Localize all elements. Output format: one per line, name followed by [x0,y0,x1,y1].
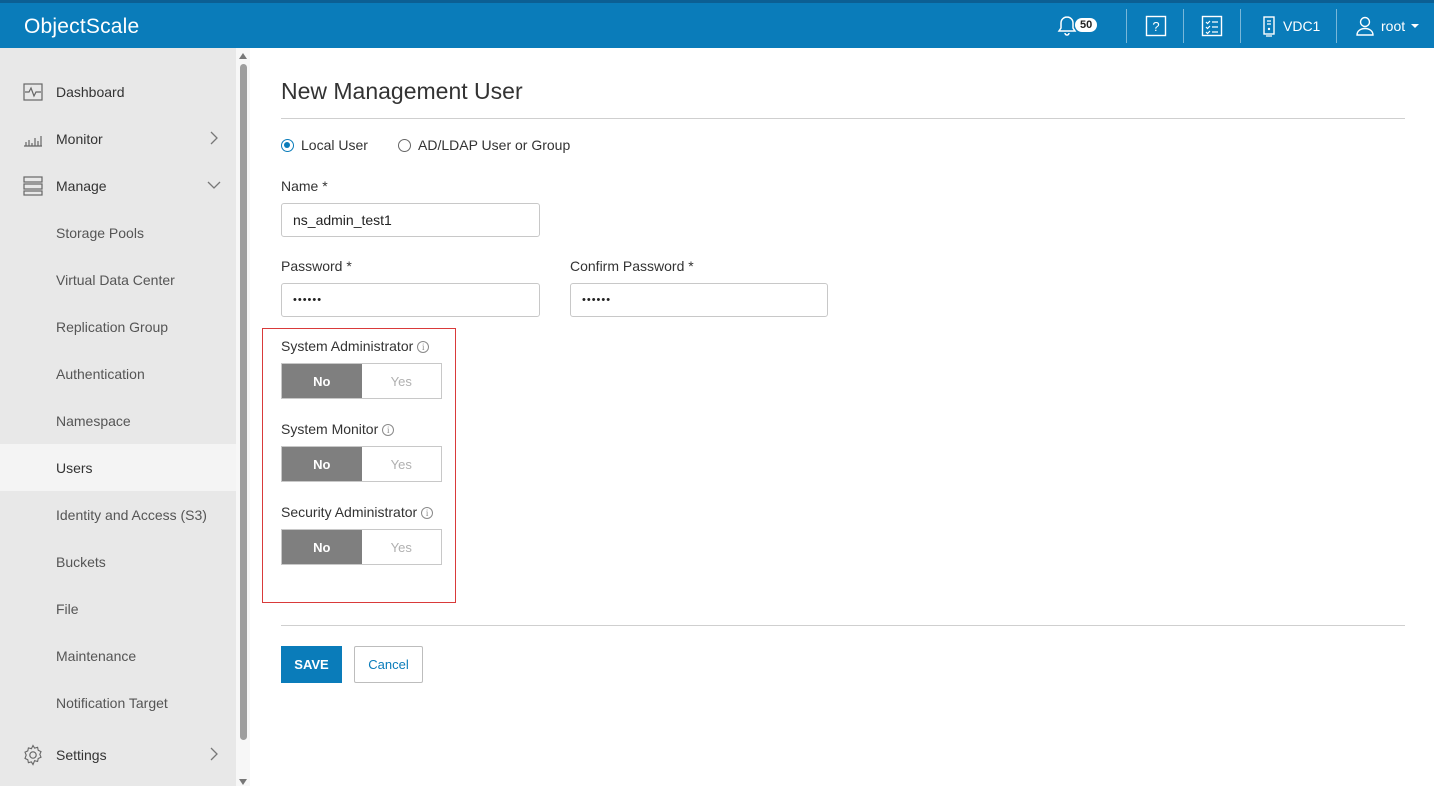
radio-checked-icon[interactable] [281,138,294,152]
save-button[interactable]: SAVE [281,646,342,683]
info-icon[interactable]: i [417,341,430,353]
header-divider [1183,9,1184,43]
sidebar-item-label: Replication Group [56,318,169,335]
sidebar-item-label: Buckets [56,553,106,570]
sidebar-item-label: File [56,600,79,617]
scroll-thumb[interactable] [240,64,247,740]
sidebar-item-label: Namespace [56,412,131,429]
sidebar-item-replication-group[interactable]: Replication Group [0,303,236,350]
sidebar-item-label: Identity and Access (S3) [56,506,207,523]
user-menu[interactable]: root [1355,3,1420,48]
chevron-right-icon [210,131,218,145]
sidebar-item-authentication[interactable]: Authentication [0,350,236,397]
sidebar-item-identity-access[interactable]: Identity and Access (S3) [0,491,236,538]
sidebar-item-buckets[interactable]: Buckets [0,538,236,585]
notifications-badge: 50 [1075,17,1098,32]
ldap-user-radio[interactable]: AD/LDAP User or Group [398,137,570,153]
help-icon: ? [1145,15,1167,36]
sidebar-scrollbar[interactable] [236,48,250,786]
system-administrator-toggle[interactable]: No Yes [281,363,442,399]
toggle-yes-option[interactable]: Yes [361,364,441,398]
radio-label: AD/LDAP User or Group [418,137,571,153]
checklist-icon [1201,15,1223,36]
sidebar-item-label: Manage [56,177,107,194]
user-label: root [1381,17,1406,34]
password-input[interactable]: •••••• [281,283,540,317]
local-user-radio[interactable]: Local User [281,137,368,153]
info-icon[interactable]: i [421,507,434,519]
sidebar-item-maintenance[interactable]: Maintenance [0,632,236,679]
header-divider [1240,9,1241,43]
help-button[interactable]: ? [1145,3,1167,48]
radio-unchecked-icon[interactable] [398,138,411,152]
toggle-yes-option[interactable]: Yes [361,447,441,481]
svg-text:?: ? [1152,19,1159,34]
info-icon[interactable]: i [382,424,395,436]
role-label: Security Administrator [281,504,418,520]
sidebar-item-label: Notification Target [56,694,168,711]
monitor-icon [24,136,42,147]
footer-divider [281,625,1405,626]
header-divider [1336,9,1337,43]
sidebar-item-manage[interactable]: Manage [0,162,236,209]
caret-down-icon [1411,23,1420,28]
gear-icon [24,744,42,766]
vdc-selector[interactable]: VDC1 [1262,3,1320,48]
system-monitor-label: System Monitor i [281,421,395,437]
confirm-password-label: Confirm Password * [570,258,694,274]
cancel-button[interactable]: Cancel [354,646,423,683]
title-divider [281,118,1405,119]
radio-label: Local User [301,137,368,153]
manage-icon [23,176,43,196]
app-brand[interactable]: ObjectScale [24,15,139,39]
chevron-right-icon [210,747,218,761]
sidebar-item-storage-pools[interactable]: Storage Pools [0,209,236,256]
name-label: Name * [281,178,328,194]
sidebar-item-dashboard[interactable]: Dashboard [0,68,236,115]
sidebar-item-label: Virtual Data Center [56,271,175,288]
sidebar-item-users[interactable]: Users [0,444,236,491]
toggle-yes-option[interactable]: Yes [361,530,441,564]
sidebar-item-settings[interactable]: Settings [0,731,236,778]
sidebar-item-notification-target[interactable]: Notification Target [0,679,236,726]
system-monitor-toggle[interactable]: No Yes [281,446,442,482]
user-icon [1356,16,1374,36]
toggle-no-option[interactable]: No [282,530,362,564]
chevron-down-icon [207,181,221,189]
toggle-no-option[interactable]: No [282,364,362,398]
scroll-up-icon[interactable] [239,53,247,59]
sidebar-item-namespace[interactable]: Namespace [0,397,236,444]
notifications-button[interactable]: 50 [1055,3,1098,48]
vdc-label: VDC1 [1283,17,1321,34]
sidebar-item-virtual-data-center[interactable]: Virtual Data Center [0,256,236,303]
scroll-down-icon[interactable] [239,779,247,785]
name-input[interactable]: ns_admin_test1 [281,203,540,237]
sidebar-item-monitor[interactable]: Monitor [0,115,236,162]
system-administrator-label: System Administrator i [281,338,430,354]
page-title: New Management User [281,78,523,104]
sidebar-item-label: Maintenance [56,647,137,664]
role-label: System Administrator [281,338,414,354]
dashboard-icon [23,83,43,101]
top-bar: ObjectScale 50 ? VDC1 root [0,0,1434,48]
sidebar-item-label: Dashboard [56,83,125,100]
sidebar-item-label: Users [56,459,93,476]
security-administrator-toggle[interactable]: No Yes [281,529,442,565]
sidebar-item-label: Authentication [56,365,145,382]
security-administrator-label: Security Administrator i [281,504,434,520]
sidebar: Dashboard Monitor Manage Storage Pools V… [0,48,236,786]
header-divider [1126,9,1127,43]
tasks-button[interactable] [1201,3,1223,48]
sidebar-item-file[interactable]: File [0,585,236,632]
sidebar-item-label: Settings [56,746,107,763]
password-label: Password * [281,258,352,274]
role-label: System Monitor [281,421,379,437]
toggle-no-option[interactable]: No [282,447,362,481]
sidebar-item-label: Monitor [56,130,103,147]
confirm-password-input[interactable]: •••••• [570,283,828,317]
sidebar-item-label: Storage Pools [56,224,144,241]
server-icon [1263,15,1275,37]
